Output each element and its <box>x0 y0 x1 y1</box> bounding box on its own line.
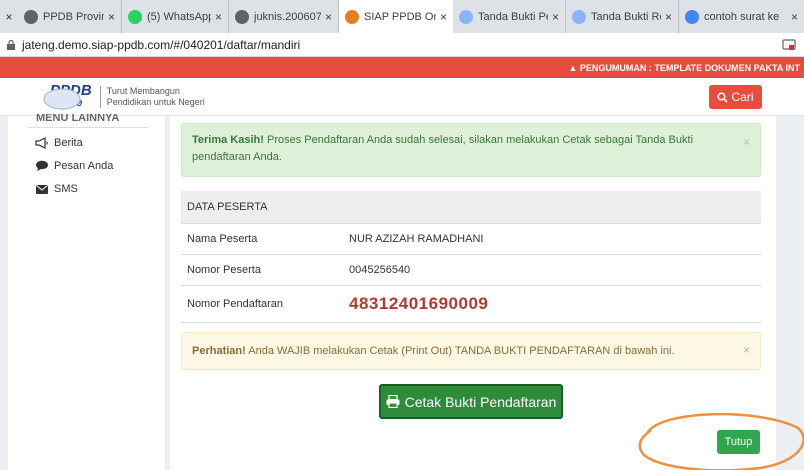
close-button[interactable]: Tutup <box>717 430 760 454</box>
warning-alert: Perhatian! Anda WAJIB melakukan Cetak (P… <box>181 332 761 370</box>
tagline: Turut Membangun Pendidikan untuk Negeri <box>99 86 205 108</box>
sidebar-item-label: Berita <box>54 137 83 149</box>
warning-alert-text: Anda WAJIB melakukan Cetak (Print Out) T… <box>245 345 675 357</box>
site-logo[interactable]: PPDB online Turut Membangun Pendidikan u… <box>42 83 205 110</box>
sidebar-item-pesan-anda[interactable]: Pesan Anda <box>35 160 113 172</box>
table-row: Nomor Peserta 0045256540 <box>181 255 761 286</box>
tab-siap-ppdb[interactable]: SIAP PPDB Onli × <box>339 0 453 33</box>
comment-icon <box>36 160 48 171</box>
whatsapp-icon <box>128 9 142 24</box>
warning-alert-title: Perhatian! <box>192 345 246 357</box>
success-alert-title: Terima Kasih! <box>192 134 264 146</box>
success-alert-text: Proses Pendaftaran Anda sudah selesai, s… <box>192 134 694 163</box>
search-icon <box>717 91 729 103</box>
site-header: PPDB online Turut Membangun Pendidikan u… <box>0 78 804 116</box>
tab-title: (5) WhatsApp <box>147 10 211 23</box>
tab-title: SIAP PPDB Onli <box>364 10 436 23</box>
document-icon <box>459 9 473 24</box>
participant-data-table: DATA PESERTA Nama Peserta NUR AZIZAH RAM… <box>181 191 761 323</box>
table-row: Nama Peserta NUR AZIZAH RAMADHANI <box>181 224 761 255</box>
tab-close-icon[interactable]: × <box>440 10 447 24</box>
close-icon[interactable]: × <box>743 343 750 357</box>
sidebar-divider <box>28 127 148 128</box>
tab-tanda-bukti-pe[interactable]: Tanda Bukti Pe × <box>453 0 566 33</box>
row-label: Nama Peserta <box>187 233 258 245</box>
document-icon <box>572 9 586 24</box>
tab-title: Tanda Bukti Pe <box>478 10 548 23</box>
tab-whatsapp[interactable]: (5) WhatsApp × <box>122 0 229 33</box>
sidebar-item-sms[interactable]: SMS <box>35 183 78 195</box>
announcement-bar[interactable]: ▲ PENGUMUMAN : TEMPLATE DOKUMEN PAKTA IN… <box>0 57 804 78</box>
tab-close-icon[interactable]: × <box>215 10 222 24</box>
print-receipt-button[interactable]: Cetak Bukti Pendaftaran <box>379 384 563 419</box>
google-icon <box>685 9 699 24</box>
registration-number: 48312401690009 <box>349 294 489 313</box>
siap-icon <box>345 9 359 24</box>
tab-title: contoh surat ke <box>704 10 780 23</box>
tab-contoh-surat[interactable]: contoh surat ke × <box>679 0 804 33</box>
success-alert: Terima Kasih! Proses Pendaftaran Anda su… <box>181 123 761 177</box>
logo-globe-icon <box>42 85 82 110</box>
tab-close-icon[interactable]: × <box>791 10 798 24</box>
tab-close-icon[interactable]: × <box>108 10 115 24</box>
participant-name: NUR AZIZAH RAMADHANI <box>349 233 484 245</box>
announcement-text[interactable]: ▲ PENGUMUMAN : TEMPLATE DOKUMEN PAKTA IN… <box>568 63 800 73</box>
address-bar[interactable]: jateng.demo.siap-ppdb.com/#/040201/dafta… <box>0 33 804 57</box>
sidebar-item-berita[interactable]: Berita <box>35 137 83 149</box>
url-text[interactable]: jateng.demo.siap-ppdb.com/#/040201/dafta… <box>22 38 300 52</box>
tab-ppdb-provinsi[interactable]: PPDB Provinsi J × <box>18 0 122 33</box>
search-button-label: Cari <box>731 90 754 104</box>
cast-icon[interactable] <box>782 38 796 52</box>
search-button[interactable]: Cari <box>709 85 762 109</box>
sidebar-item-label: SMS <box>54 183 78 195</box>
tab-juknis[interactable]: juknis.2006072 × <box>229 0 339 33</box>
sidebar-heading: MENU LAINNYA <box>36 114 120 124</box>
row-label: Nomor Peserta <box>187 264 261 276</box>
lock-icon <box>7 39 15 50</box>
tab-close-icon[interactable]: × <box>552 10 559 24</box>
globe-icon <box>235 9 249 24</box>
envelope-icon <box>36 185 48 194</box>
tab-close-icon[interactable]: × <box>325 10 332 24</box>
tab-tanda-bukti-re[interactable]: Tanda Bukti Re × <box>566 0 679 33</box>
tab-title: PPDB Provinsi J <box>43 10 104 23</box>
tagline-line-2: Pendidikan untuk Negeri <box>106 97 205 107</box>
print-icon <box>386 395 400 408</box>
tab-title: Tanda Bukti Re <box>591 10 661 23</box>
sidebar-item-label: Pesan Anda <box>54 160 114 172</box>
participant-number: 0045256540 <box>349 264 411 276</box>
tab-close-lead[interactable]: × <box>0 0 18 33</box>
tab-close-icon[interactable]: × <box>665 10 672 24</box>
browser-tab-bar: × PPDB Provinsi J × (5) WhatsApp × jukni… <box>0 0 804 33</box>
table-heading: DATA PESERTA <box>181 191 761 224</box>
print-button-label: Cetak Bukti Pendaftaran <box>404 393 557 410</box>
row-label: Nomor Pendaftaran <box>187 298 283 310</box>
megaphone-icon <box>35 137 48 149</box>
globe-icon <box>24 9 38 24</box>
tab-title: juknis.2006072 <box>254 10 321 23</box>
tagline-line-1: Turut Membangun <box>106 86 180 96</box>
table-row: Nomor Pendaftaran 48312401690009 <box>181 286 761 323</box>
close-icon[interactable]: × <box>743 134 750 151</box>
